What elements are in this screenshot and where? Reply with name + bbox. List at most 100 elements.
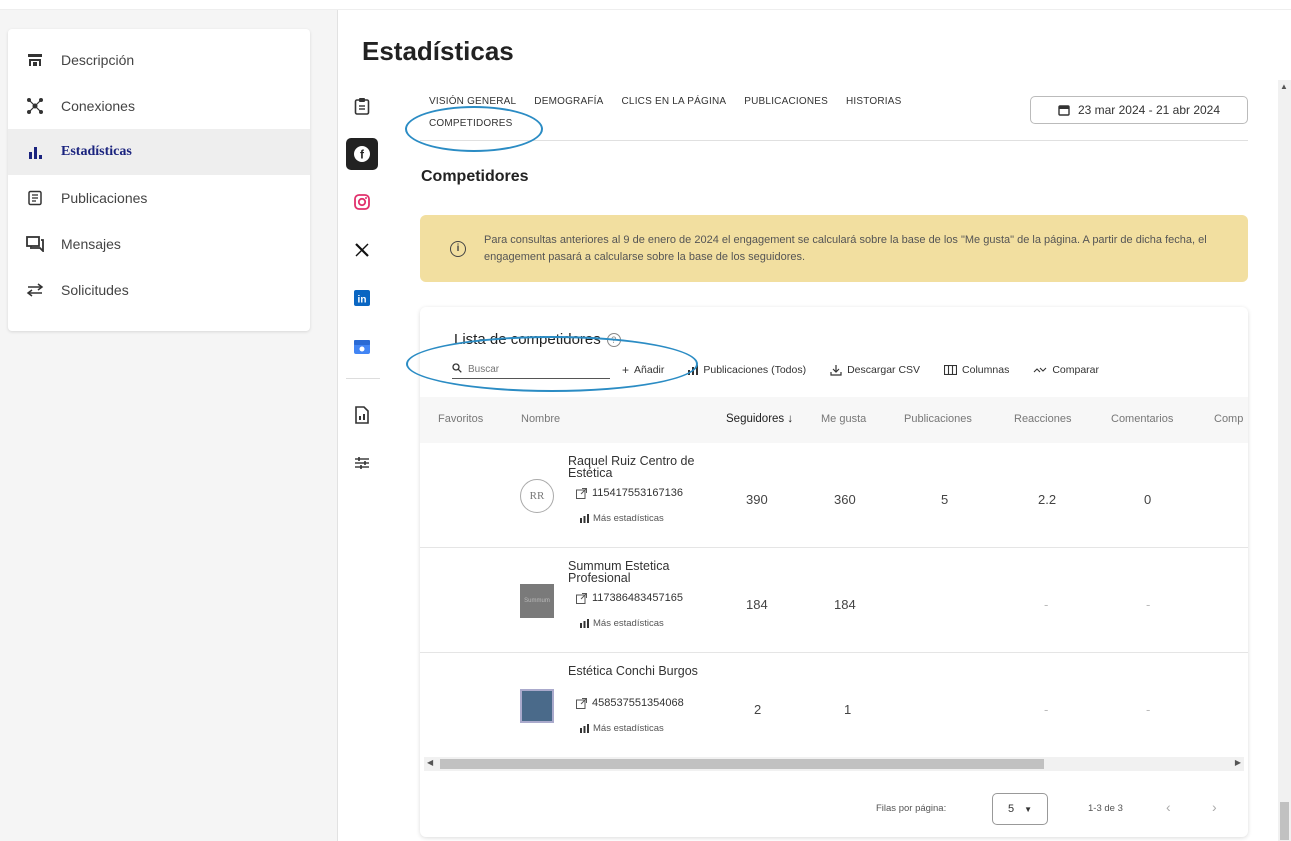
add-competitor-button[interactable]: + Añadir bbox=[622, 363, 664, 377]
search-input[interactable] bbox=[468, 364, 598, 375]
nav-item-mensajes[interactable]: Mensajes bbox=[8, 221, 310, 267]
network-settings-button[interactable] bbox=[346, 447, 378, 479]
nav-label: Conexiones bbox=[61, 98, 135, 114]
tab-competidores[interactable]: COMPETIDORES bbox=[429, 118, 513, 129]
col-favoritos[interactable]: Favoritos bbox=[438, 413, 483, 425]
competitor-link[interactable]: 117386483457165 bbox=[576, 592, 683, 604]
more-stats-link[interactable]: Más estadísticas bbox=[580, 618, 664, 629]
tab-historias[interactable]: HISTORIAS bbox=[846, 96, 902, 107]
nav-item-publicaciones[interactable]: Publicaciones bbox=[8, 175, 310, 221]
network-selector: f in bbox=[344, 90, 390, 495]
download-csv-button[interactable]: Descargar CSV bbox=[830, 364, 920, 376]
competitor-name: Summum Estetica Profesional bbox=[568, 559, 670, 585]
tab-clics[interactable]: CLICS EN LA PÁGINA bbox=[622, 96, 727, 107]
network-clipboard-button[interactable] bbox=[346, 90, 378, 122]
nav-label: Mensajes bbox=[61, 236, 121, 252]
network-icon bbox=[25, 96, 45, 116]
table-row: Estética Conchi Burgos 458537551354068 M… bbox=[420, 653, 1248, 757]
network-facebook-button[interactable]: f bbox=[346, 138, 378, 170]
document-icon bbox=[25, 188, 45, 208]
network-divider bbox=[346, 378, 380, 379]
tab-publicaciones[interactable]: PUBLICACIONES bbox=[744, 96, 828, 107]
cell-me-gusta: 360 bbox=[834, 492, 856, 507]
info-alert: i Para consultas anteriores al 9 de ener… bbox=[420, 215, 1248, 282]
avatar bbox=[520, 689, 554, 723]
tab-vision-general[interactable]: VISIÓN GENERAL bbox=[429, 96, 516, 107]
competitor-name: Estética Conchi Burgos bbox=[568, 664, 698, 678]
help-icon[interactable]: ? bbox=[606, 332, 621, 347]
network-linkedin-button[interactable]: in bbox=[346, 282, 378, 314]
bar-chart-icon bbox=[25, 142, 45, 162]
report-icon bbox=[355, 406, 369, 424]
nav-label: Publicaciones bbox=[61, 190, 148, 206]
competitors-title: Lista de competidores ? bbox=[454, 331, 621, 348]
scroll-right-icon[interactable]: ▶ bbox=[1235, 758, 1241, 767]
facebook-icon: f bbox=[354, 146, 370, 162]
rows-per-page-label: Filas por página: bbox=[876, 803, 947, 814]
clipboard-icon bbox=[354, 98, 370, 115]
scroll-up-icon[interactable]: ▲ bbox=[1280, 82, 1288, 91]
store-icon bbox=[25, 50, 45, 70]
date-range-label: 23 mar 2024 - 21 abr 2024 bbox=[1077, 103, 1221, 117]
horizontal-scrollbar[interactable]: ◀ ▶ bbox=[424, 757, 1244, 771]
nav-label: Descripción bbox=[61, 52, 135, 68]
avatar: RR bbox=[520, 479, 554, 513]
competitor-link[interactable]: 458537551354068 bbox=[576, 697, 684, 709]
cell-seguidores: 390 bbox=[746, 492, 768, 507]
network-instagram-button[interactable] bbox=[346, 186, 378, 218]
vertical-scrollbar-thumb[interactable] bbox=[1280, 802, 1289, 840]
nav-item-conexiones[interactable]: Conexiones bbox=[8, 83, 310, 129]
nav-item-solicitudes[interactable]: Solicitudes bbox=[8, 267, 310, 313]
competitor-link[interactable]: 115417553167136 bbox=[576, 487, 683, 499]
more-stats-link[interactable]: Más estadísticas bbox=[580, 513, 664, 524]
col-compartidos[interactable]: Comp bbox=[1214, 413, 1243, 425]
svg-text:in: in bbox=[358, 295, 367, 306]
col-comentarios[interactable]: Comentarios bbox=[1111, 413, 1173, 425]
nav-item-estadisticas[interactable]: Estadísticas bbox=[8, 129, 310, 175]
table-header: Favoritos Nombre Seguidores ↓ Me gusta P… bbox=[420, 397, 1248, 443]
col-nombre[interactable]: Nombre bbox=[521, 413, 560, 425]
cell-me-gusta: 1 bbox=[844, 702, 852, 717]
bar-chart-icon bbox=[580, 514, 589, 523]
scrollbar-thumb[interactable] bbox=[440, 759, 1044, 769]
tab-demografia[interactable]: DEMOGRAFÍA bbox=[534, 96, 603, 107]
network-x-button[interactable] bbox=[346, 234, 378, 266]
external-link-icon bbox=[576, 697, 587, 709]
col-reacciones[interactable]: Reacciones bbox=[1014, 413, 1071, 425]
rows-per-page-select[interactable]: 5 ▼ bbox=[992, 793, 1048, 825]
cell-me-gusta: 184 bbox=[834, 597, 856, 612]
cell-seguidores: 184 bbox=[746, 597, 768, 612]
next-page-button[interactable]: › bbox=[1212, 799, 1217, 815]
info-icon: i bbox=[450, 240, 466, 257]
col-publicaciones[interactable]: Publicaciones bbox=[904, 413, 972, 425]
more-stats-link[interactable]: Más estadísticas bbox=[580, 723, 664, 734]
search-field bbox=[452, 361, 610, 379]
network-report-button[interactable] bbox=[346, 399, 378, 431]
cell-seguidores: 2 bbox=[754, 702, 762, 717]
avatar: Summum bbox=[520, 584, 554, 618]
swap-icon bbox=[25, 280, 45, 300]
competitor-name: Raquel Ruiz Centro de Estética bbox=[568, 454, 695, 480]
sliders-icon bbox=[355, 457, 369, 469]
compare-button[interactable]: Comparar bbox=[1033, 364, 1099, 376]
col-seguidores[interactable]: Seguidores ↓ bbox=[726, 413, 793, 425]
columns-button[interactable]: Columnas bbox=[944, 364, 1009, 376]
chat-icon bbox=[25, 234, 45, 254]
compare-label: Comparar bbox=[1052, 364, 1100, 376]
cell-comentarios: 0 bbox=[1144, 492, 1152, 507]
nav-item-descripcion[interactable]: Descripción bbox=[8, 37, 310, 83]
calendar-icon bbox=[1058, 105, 1070, 116]
posts-filter-button[interactable]: Publicaciones (Todos) bbox=[688, 364, 806, 376]
search-icon bbox=[452, 363, 462, 376]
competitor-id: 458537551354068 bbox=[592, 697, 684, 709]
nav-label: Estadísticas bbox=[61, 144, 132, 159]
prev-page-button[interactable]: ‹ bbox=[1166, 799, 1171, 815]
caret-down-icon: ▼ bbox=[1024, 804, 1033, 814]
col-me-gusta[interactable]: Me gusta bbox=[821, 413, 866, 425]
date-range-button[interactable]: 23 mar 2024 - 21 abr 2024 bbox=[1030, 96, 1248, 124]
cell-comentarios: - bbox=[1146, 702, 1151, 717]
vertical-scrollbar[interactable]: ▲ bbox=[1278, 80, 1291, 841]
network-google-business-button[interactable] bbox=[346, 330, 378, 362]
scroll-left-icon[interactable]: ◀ bbox=[427, 758, 433, 767]
cell-publicaciones: 5 bbox=[941, 492, 949, 507]
